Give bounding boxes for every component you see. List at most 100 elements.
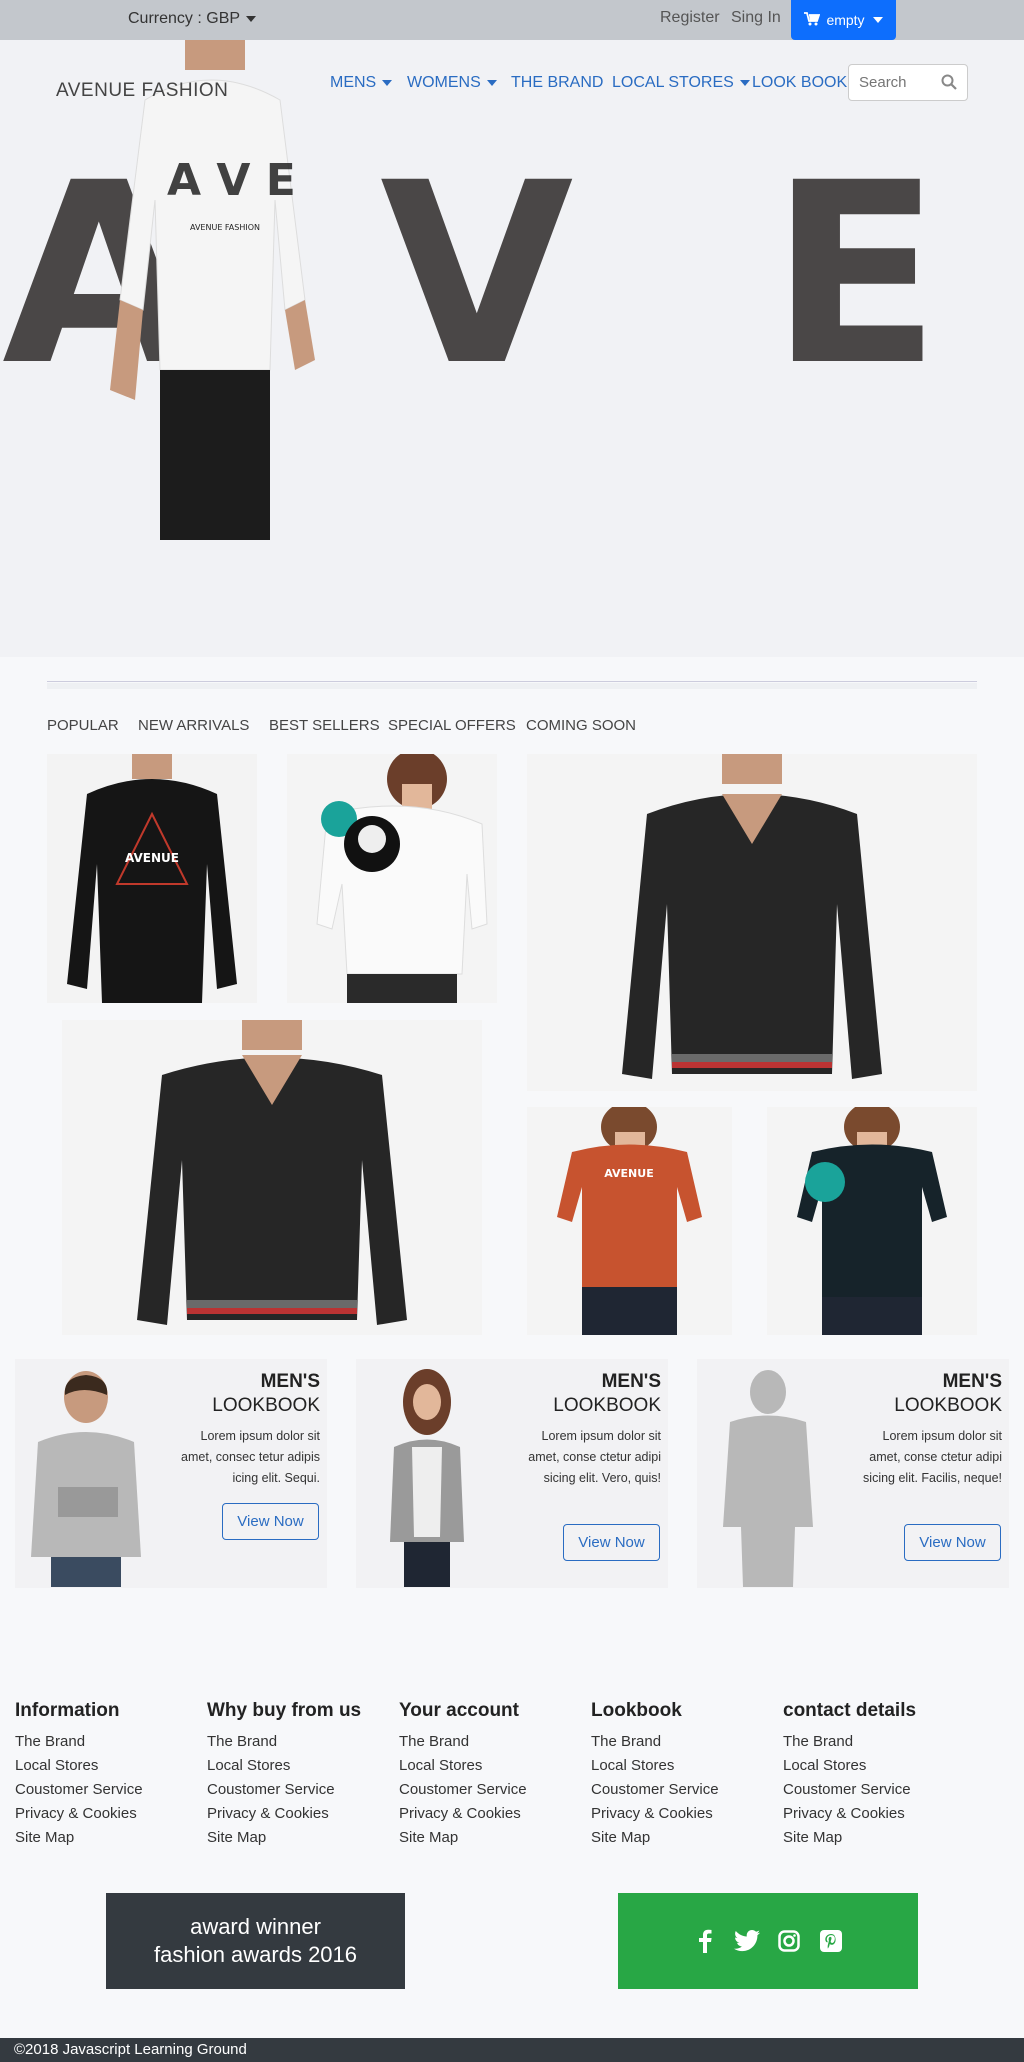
- divider: [47, 681, 977, 682]
- currency-dropdown[interactable]: Currency : GBP: [128, 10, 257, 28]
- lookbook-title: MEN'S LOOKBOOK: [894, 1370, 1002, 1418]
- footer-link[interactable]: Coustomer Service: [15, 1778, 143, 1802]
- tab-special-offers[interactable]: SPECIAL OFFERS: [388, 717, 516, 734]
- product-image[interactable]: [287, 754, 497, 1003]
- footer-link[interactable]: The Brand: [399, 1730, 527, 1754]
- footer-link[interactable]: Site Map: [783, 1826, 916, 1850]
- lookbook-text: Lorem ipsum dolor sit amet, conse ctetur…: [863, 1429, 1002, 1485]
- lookbook-title: MEN'S LOOKBOOK: [212, 1370, 320, 1418]
- nav-mens[interactable]: MENS: [330, 74, 393, 92]
- nav-look-book[interactable]: LOOK BOOK: [752, 74, 847, 92]
- view-now-button[interactable]: View Now: [904, 1524, 1001, 1561]
- tab-popular[interactable]: POPULAR: [47, 717, 119, 734]
- search-icon[interactable]: [941, 74, 957, 95]
- hero-banner: A V E A V E AVENUE FASHION AVENUE FASHIO…: [0, 40, 1024, 657]
- product-image[interactable]: [527, 754, 977, 1091]
- lookbook-title-line2: LOOKBOOK: [553, 1395, 661, 1416]
- lookbook-title-line1: MEN'S: [942, 1371, 1002, 1392]
- chevron-down-icon: [872, 17, 883, 23]
- view-now-button[interactable]: View Now: [222, 1503, 319, 1540]
- lookbook-image: [23, 1367, 149, 1587]
- nav-the-brand[interactable]: THE BRAND: [511, 74, 603, 92]
- nav-local-stores[interactable]: LOCAL STORES: [612, 74, 750, 92]
- lookbook-title-line1: MEN'S: [260, 1371, 320, 1392]
- lookbook-title-line2: LOOKBOOK: [212, 1395, 320, 1416]
- lookbook-text: Lorem ipsum dolor sit amet, conse ctetur…: [528, 1429, 661, 1485]
- footer-link[interactable]: The Brand: [207, 1730, 361, 1754]
- footer-column-information: Information The Brand Local Stores Coust…: [15, 1700, 143, 1850]
- nav-label: WOMENS: [407, 74, 481, 91]
- twitter-icon[interactable]: [732, 1926, 762, 1956]
- footer-link[interactable]: Coustomer Service: [591, 1778, 719, 1802]
- footer-link[interactable]: Site Map: [15, 1826, 143, 1850]
- hero-letter: E: [770, 129, 941, 420]
- register-link[interactable]: Register: [660, 9, 720, 27]
- footer-link[interactable]: The Brand: [591, 1730, 719, 1754]
- footer-heading: contact details: [783, 1700, 917, 1721]
- tab-coming-soon[interactable]: COMING SOON: [526, 717, 636, 734]
- chevron-down-icon: [486, 79, 497, 86]
- view-now-button[interactable]: View Now: [563, 1524, 660, 1561]
- instagram-icon[interactable]: [774, 1926, 804, 1956]
- lookbook-image: [364, 1367, 490, 1587]
- chevron-down-icon: [382, 79, 393, 86]
- product-image[interactable]: AVENUE: [527, 1107, 732, 1335]
- tab-new-arrivals[interactable]: NEW ARRIVALS: [138, 717, 249, 734]
- award-line2: fashion awards 2016: [153, 1942, 358, 1967]
- footer-heading: Lookbook: [591, 1700, 682, 1721]
- footer-link[interactable]: Local Stores: [15, 1754, 143, 1778]
- nav-label: MENS: [330, 74, 377, 91]
- cart-label: empty: [826, 12, 865, 28]
- footer-link[interactable]: The Brand: [15, 1730, 143, 1754]
- svg-text:A V E: A V E: [167, 155, 296, 206]
- footer-link[interactable]: Site Map: [207, 1826, 361, 1850]
- footer-heading: Why buy from us: [207, 1700, 362, 1721]
- product-image[interactable]: [767, 1107, 977, 1335]
- footer-link[interactable]: Privacy & Cookies: [591, 1802, 719, 1826]
- footer-column-why-buy: Why buy from us The Brand Local Stores C…: [207, 1700, 361, 1850]
- footer-column-contact: contact details The Brand Local Stores C…: [783, 1700, 916, 1850]
- footer-link[interactable]: Privacy & Cookies: [783, 1802, 916, 1826]
- facebook-icon[interactable]: [690, 1926, 720, 1956]
- social-links: [618, 1893, 918, 1989]
- footer-link[interactable]: Local Stores: [399, 1754, 527, 1778]
- footer-link[interactable]: Privacy & Cookies: [207, 1802, 361, 1826]
- footer-link[interactable]: Coustomer Service: [783, 1778, 916, 1802]
- lookbook-card: MEN'S LOOKBOOK Lorem ipsum dolor sit amet…: [15, 1359, 327, 1588]
- footer-heading: Information: [15, 1700, 120, 1721]
- search-input[interactable]: [849, 65, 939, 100]
- cart-button[interactable]: empty: [791, 0, 896, 40]
- nav-label: LOOK BOOK: [752, 74, 848, 91]
- product-image[interactable]: [62, 1020, 482, 1335]
- svg-text:AVENUE: AVENUE: [604, 1167, 653, 1180]
- footer-link[interactable]: Coustomer Service: [399, 1778, 527, 1802]
- lookbook-image: [705, 1367, 831, 1587]
- lookbook-card: MEN'S LOOKBOOK Lorem ipsum dolor sit amet…: [356, 1359, 668, 1588]
- footer-link[interactable]: Local Stores: [207, 1754, 361, 1778]
- tab-best-sellers[interactable]: BEST SELLERS: [269, 717, 380, 734]
- lookbook-title-line2: LOOKBOOK: [894, 1395, 1002, 1416]
- copyright-text: ©2018 Javascript Learning Ground: [14, 2041, 247, 2058]
- footer-link[interactable]: Privacy & Cookies: [399, 1802, 527, 1826]
- chevron-down-icon: [246, 15, 257, 22]
- divider: [47, 683, 977, 689]
- footer-link[interactable]: Site Map: [399, 1826, 527, 1850]
- footer-link[interactable]: Site Map: [591, 1826, 719, 1850]
- lookbook-title: MEN'S LOOKBOOK: [553, 1370, 661, 1418]
- footer-link[interactable]: Local Stores: [783, 1754, 916, 1778]
- footer-column-lookbook: Lookbook The Brand Local Stores Coustome…: [591, 1700, 719, 1850]
- footer-link[interactable]: Privacy & Cookies: [15, 1802, 143, 1826]
- product-image[interactable]: AVENUE: [47, 754, 257, 1003]
- svg-text:AVENUE FASHION: AVENUE FASHION: [190, 223, 260, 232]
- currency-label: Currency : GBP: [128, 10, 241, 27]
- lookbook-card: MEN'S LOOKBOOK Lorem ipsum dolor sit amet…: [697, 1359, 1009, 1588]
- pinterest-icon[interactable]: [816, 1926, 846, 1956]
- nav-womens[interactable]: WOMENS: [407, 74, 497, 92]
- signin-link[interactable]: Sing In: [731, 9, 781, 27]
- search-box: [848, 64, 968, 101]
- brand-logo[interactable]: AVENUE FASHION: [56, 80, 228, 102]
- chevron-down-icon: [739, 79, 750, 86]
- footer-link[interactable]: Coustomer Service: [207, 1778, 361, 1802]
- footer-link[interactable]: The Brand: [783, 1730, 916, 1754]
- footer-link[interactable]: Local Stores: [591, 1754, 719, 1778]
